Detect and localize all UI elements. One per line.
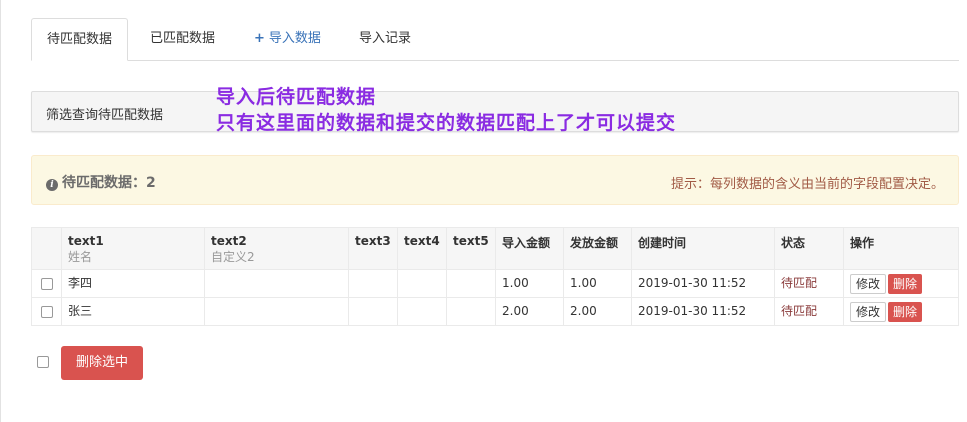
- tab-pending[interactable]: 待匹配数据: [31, 18, 129, 61]
- tab-import-records[interactable]: 导入记录: [344, 18, 426, 61]
- cell-text2: [204, 297, 349, 326]
- cell-status: 待匹配: [774, 297, 844, 326]
- cell-text5: [446, 297, 496, 326]
- header-text2: text2 自定义2: [204, 227, 349, 270]
- tab-matched[interactable]: 已匹配数据: [135, 18, 230, 61]
- cell-pay-amount: 1.00: [563, 269, 632, 298]
- cell-pay-amount: 2.00: [563, 297, 632, 326]
- edit-button[interactable]: 修改: [850, 273, 887, 294]
- cell-text3: [348, 269, 398, 298]
- header-text5: text5: [446, 227, 496, 270]
- cell-created-time: 2019-01-30 11:52: [631, 269, 775, 298]
- table-row: 李四 1.00 1.00 2019-01-30 11:52 待匹配 修改 删除: [31, 269, 959, 298]
- pending-count: i 待匹配数据：2: [46, 172, 156, 192]
- header-text4: text4: [397, 227, 447, 270]
- table-header-row: text1 姓名 text2 自定义2 text3 text4 text5 导入金额…: [31, 227, 959, 270]
- cell-text3: [348, 297, 398, 326]
- select-all-checkbox[interactable]: [37, 356, 49, 368]
- table-row: 张三 2.00 2.00 2019-01-30 11:52 待匹配 修改 删除: [31, 297, 959, 326]
- info-alert: i 待匹配数据：2 提示：每列数据的含义由当前的字段配置决定。: [31, 155, 959, 205]
- tab-import-label: 导入数据: [268, 31, 321, 46]
- pending-count-label: 待匹配数据：: [62, 175, 146, 191]
- plus-icon: +: [254, 31, 265, 46]
- tab-bar: 待匹配数据 已匹配数据 + 导入数据 导入记录: [31, 18, 959, 61]
- cell-text5: [446, 269, 496, 298]
- row-checkbox[interactable]: [40, 277, 53, 290]
- header-select: [31, 227, 62, 270]
- header-text1: text1 姓名: [61, 227, 205, 270]
- cell-created-time: 2019-01-30 11:52: [631, 297, 775, 326]
- filter-title: 筛选查询待匹配数据: [46, 108, 164, 123]
- header-status: 状态: [774, 227, 844, 270]
- cell-text1: 李四: [61, 269, 205, 298]
- cell-actions: 修改 删除: [843, 269, 959, 298]
- header-pay-amount: 发放金额: [563, 227, 632, 270]
- annotation-line-2: 只有这里面的数据和提交的数据匹配上了才可以提交: [216, 112, 677, 134]
- header-created-time: 创建时间: [631, 227, 775, 270]
- header-text3: text3: [348, 227, 398, 270]
- cell-import-amount: 1.00: [495, 269, 564, 298]
- pending-data-table: text1 姓名 text2 自定义2 text3 text4 text5 导入金额…: [31, 227, 959, 326]
- cell-text2: [204, 269, 349, 298]
- cell-text4: [397, 269, 447, 298]
- header-import-amount: 导入金额: [495, 227, 564, 270]
- delete-selected-button[interactable]: 删除选中: [61, 346, 143, 380]
- delete-button[interactable]: 删除: [888, 301, 923, 322]
- cell-status: 待匹配: [774, 269, 844, 298]
- cell-text4: [397, 297, 447, 326]
- left-border: [0, 0, 1, 422]
- cell-import-amount: 2.00: [495, 297, 564, 326]
- pending-count-value: 2: [146, 175, 156, 191]
- alert-hint: 提示：每列数据的含义由当前的字段配置决定。: [670, 177, 944, 192]
- row-checkbox[interactable]: [40, 305, 53, 318]
- delete-button[interactable]: 删除: [888, 273, 923, 294]
- cell-actions: 修改 删除: [843, 297, 959, 326]
- header-actions: 操作: [843, 227, 959, 270]
- info-icon: i: [46, 179, 58, 191]
- edit-button[interactable]: 修改: [850, 301, 887, 322]
- tab-import[interactable]: + 导入数据: [239, 18, 336, 61]
- annotation-text: 导入后待匹配数据 只有这里面的数据和提交的数据匹配上了才可以提交: [216, 84, 676, 136]
- annotation-line-1: 导入后待匹配数据: [216, 86, 377, 108]
- cell-text1: 张三: [61, 297, 205, 326]
